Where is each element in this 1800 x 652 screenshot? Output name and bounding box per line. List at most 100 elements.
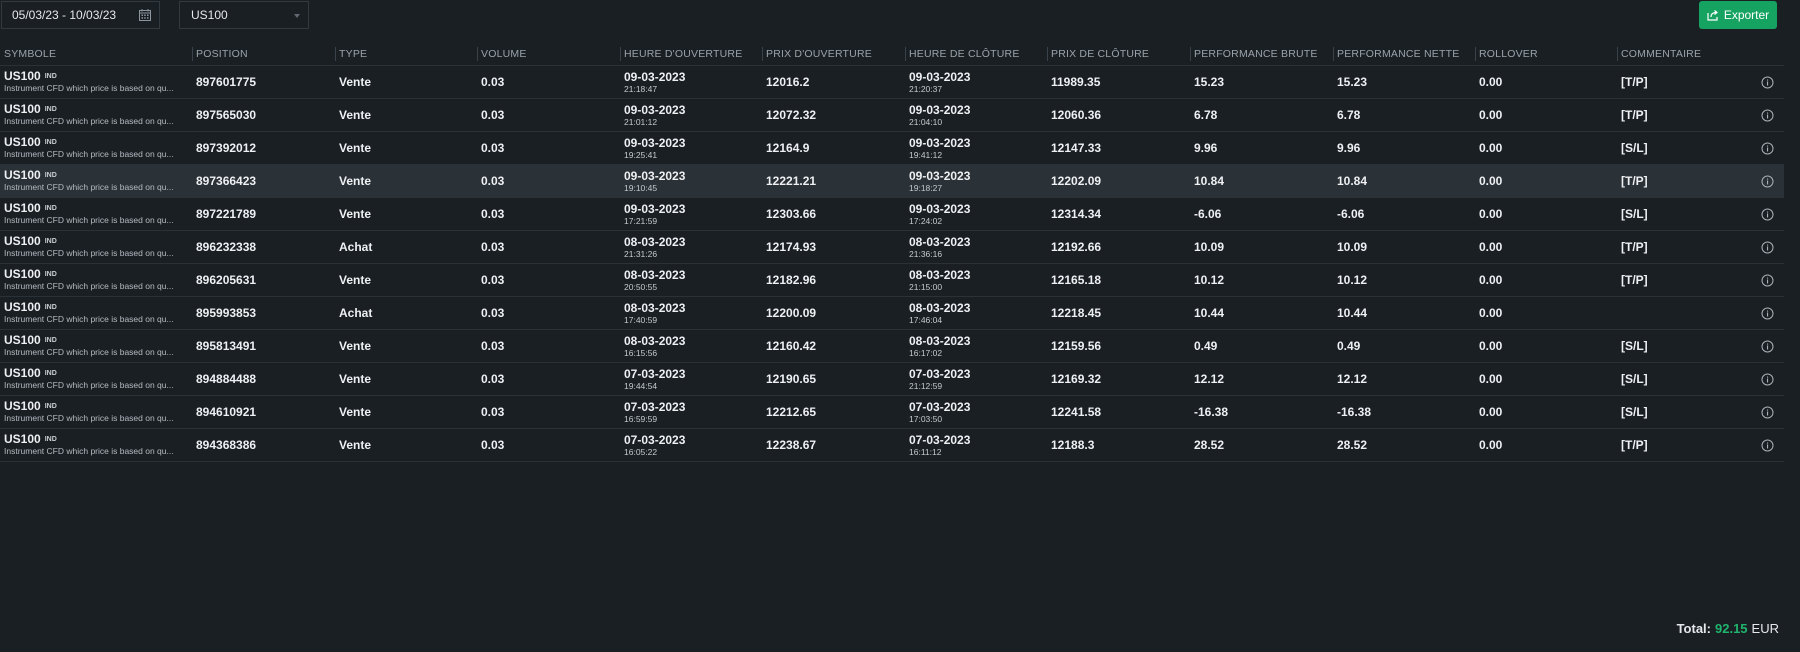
volume-cell: 0.03 xyxy=(477,98,620,132)
info-icon[interactable] xyxy=(1761,307,1774,320)
export-button[interactable]: Exporter xyxy=(1699,1,1777,29)
open-date: 07-03-2023 xyxy=(624,399,686,414)
symbol-cell: US100 IND Instrument CFD which price is ba… xyxy=(0,197,192,231)
chevron-down-icon xyxy=(294,14,300,18)
open-time: 21:18:47 xyxy=(624,83,658,94)
table-row[interactable]: US100 IND Instrument CFD which price is ba… xyxy=(0,164,1784,198)
table-row[interactable]: US100 IND Instrument CFD which price is ba… xyxy=(0,296,1784,330)
instrument-tag: IND xyxy=(44,139,57,147)
gross-performance-cell: 9.96 xyxy=(1190,131,1333,165)
net-performance-cell: 0.49 xyxy=(1333,329,1475,363)
table-row[interactable]: US100 IND Instrument CFD which price is ba… xyxy=(0,362,1784,396)
column-header[interactable]: PERFORMANCE NETTE xyxy=(1333,43,1475,66)
open-price-cell: 12221.21 xyxy=(762,164,905,198)
info-icon[interactable] xyxy=(1761,274,1774,287)
instrument-tag: IND xyxy=(44,370,57,378)
symbol-cell: US100 IND Instrument CFD which price is ba… xyxy=(0,329,192,363)
rollover-cell: 0.00 xyxy=(1475,197,1617,231)
info-icon[interactable] xyxy=(1761,340,1774,353)
info-icon[interactable] xyxy=(1761,241,1774,254)
column-header[interactable]: PERFORMANCE BRUTE xyxy=(1190,43,1333,66)
instrument-tag: IND xyxy=(44,172,57,180)
volume-cell: 0.03 xyxy=(477,329,620,363)
symbol-filter-select[interactable]: US100 xyxy=(179,1,309,29)
symbol-name: US100 xyxy=(4,233,41,248)
type-cell: Vente xyxy=(335,395,477,429)
symbol-name: US100 xyxy=(4,68,41,83)
export-icon xyxy=(1707,10,1718,21)
column-header[interactable]: POSITION xyxy=(192,43,335,66)
gross-performance-cell: -16.38 xyxy=(1190,395,1333,429)
open-date: 08-03-2023 xyxy=(624,300,686,315)
column-header[interactable]: ROLLOVER xyxy=(1475,43,1617,66)
info-icon[interactable] xyxy=(1761,373,1774,386)
table-row[interactable]: US100 IND Instrument CFD which price is ba… xyxy=(0,65,1784,99)
close-price-cell: 12169.32 xyxy=(1047,362,1190,396)
table-row[interactable]: US100 IND Instrument CFD which price is ba… xyxy=(0,395,1784,429)
type-cell: Vente xyxy=(335,131,477,165)
open-time: 16:05:22 xyxy=(624,446,658,457)
total-label: Total: xyxy=(1676,621,1711,636)
instrument-tag: IND xyxy=(44,304,57,312)
table-row[interactable]: US100 IND Instrument CFD which price is ba… xyxy=(0,230,1784,264)
calendar-icon[interactable] xyxy=(139,9,151,21)
symbol-name: US100 xyxy=(4,398,41,413)
info-icon[interactable] xyxy=(1761,142,1774,155)
info-icon[interactable] xyxy=(1761,76,1774,89)
column-header[interactable]: COMMENTAIRE xyxy=(1617,43,1747,66)
symbol-description: Instrument CFD which price is based on q… xyxy=(4,413,174,424)
column-header[interactable]: HEURE D'OUVERTURE xyxy=(620,43,762,66)
table-row[interactable]: US100 IND Instrument CFD which price is ba… xyxy=(0,428,1784,462)
position-cell: 894610921 xyxy=(192,395,335,429)
volume-cell: 0.03 xyxy=(477,197,620,231)
volume-cell: 0.03 xyxy=(477,131,620,165)
info-icon[interactable] xyxy=(1761,406,1774,419)
net-performance-cell: 10.44 xyxy=(1333,296,1475,330)
open-price-cell: 12212.65 xyxy=(762,395,905,429)
comment-cell: [T/P] xyxy=(1617,263,1747,297)
info-icon[interactable] xyxy=(1761,175,1774,188)
row-actions-cell xyxy=(1747,428,1784,462)
info-icon[interactable] xyxy=(1761,109,1774,122)
table-row[interactable]: US100 IND Instrument CFD which price is ba… xyxy=(0,98,1784,132)
close-time-cell: 07-03-2023 16:11:12 xyxy=(905,428,1047,462)
symbol-description: Instrument CFD which price is based on q… xyxy=(4,281,174,292)
table-body: US100 IND Instrument CFD which price is ba… xyxy=(0,65,1784,462)
column-header[interactable]: VOLUME xyxy=(477,43,620,66)
table-row[interactable]: US100 IND Instrument CFD which price is ba… xyxy=(0,329,1784,363)
close-price-cell: 12314.34 xyxy=(1047,197,1190,231)
column-header[interactable]: PRIX D'OUVERTURE xyxy=(762,43,905,66)
open-date: 09-03-2023 xyxy=(624,69,686,84)
date-range-picker[interactable]: 05/03/23 - 10/03/23 xyxy=(1,1,160,29)
table-row[interactable]: US100 IND Instrument CFD which price is ba… xyxy=(0,263,1784,297)
open-date: 08-03-2023 xyxy=(624,234,686,249)
column-header[interactable]: HEURE DE CLÔTURE xyxy=(905,43,1047,66)
open-time-cell: 08-03-2023 17:40:59 xyxy=(620,296,762,330)
row-actions-cell xyxy=(1747,296,1784,330)
info-icon[interactable] xyxy=(1761,439,1774,452)
column-header[interactable]: TYPE xyxy=(335,43,477,66)
symbol-cell: US100 IND Instrument CFD which price is ba… xyxy=(0,131,192,165)
comment-cell: [T/P] xyxy=(1617,230,1747,264)
column-header[interactable]: SYMBOLE xyxy=(0,43,192,66)
comment-cell: [T/P] xyxy=(1617,428,1747,462)
rollover-cell: 0.00 xyxy=(1475,98,1617,132)
symbol-description: Instrument CFD which price is based on q… xyxy=(4,248,174,259)
comment-cell: [S/L] xyxy=(1617,131,1747,165)
symbol-filter-value: US100 xyxy=(191,8,228,22)
open-date: 09-03-2023 xyxy=(624,168,686,183)
open-date: 09-03-2023 xyxy=(624,135,686,150)
comment-cell xyxy=(1617,296,1747,330)
volume-cell: 0.03 xyxy=(477,164,620,198)
table-row[interactable]: US100 IND Instrument CFD which price is ba… xyxy=(0,197,1784,231)
open-price-cell: 12016.2 xyxy=(762,65,905,99)
symbol-cell: US100 IND Instrument CFD which price is ba… xyxy=(0,230,192,264)
column-header[interactable]: PRIX DE CLÔTURE xyxy=(1047,43,1190,66)
row-actions-cell xyxy=(1747,329,1784,363)
open-time: 17:40:59 xyxy=(624,314,658,325)
close-price-cell: 12218.45 xyxy=(1047,296,1190,330)
info-icon[interactable] xyxy=(1761,208,1774,221)
close-date: 09-03-2023 xyxy=(909,168,971,183)
table-row[interactable]: US100 IND Instrument CFD which price is ba… xyxy=(0,131,1784,165)
close-time-cell: 08-03-2023 17:46:04 xyxy=(905,296,1047,330)
